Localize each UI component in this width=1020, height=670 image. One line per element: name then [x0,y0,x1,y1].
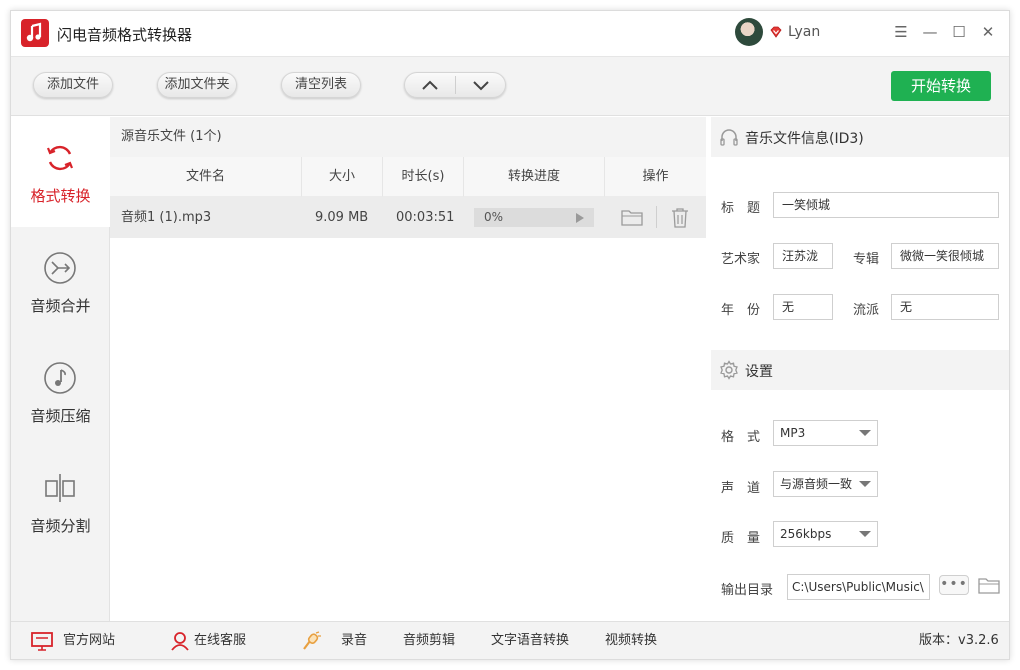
app-window: 闪电音频格式转换器 Lyan ☰ — ☐ ✕ 添加文件 添加文件夹 清空列表 开… [10,10,1010,660]
genre-label: 流派 [853,303,880,318]
channel-value: 与源音频一致 [780,477,853,491]
gear-icon [720,360,738,380]
monitor-icon [31,632,53,651]
artist-label: 艺术家 [721,252,761,267]
browse-button[interactable]: ••• [939,575,969,595]
menu-button[interactable]: ☰ [890,21,912,43]
music-note-icon [44,362,76,394]
id3-header: 音乐文件信息(ID3) [711,117,1009,157]
sidebar-item-label: 音频分割 [30,517,91,535]
chevron-down-icon [859,430,871,436]
official-website-link[interactable]: 官方网站 [63,622,115,660]
chevron-up-icon [422,80,438,90]
sidebar-item-label: 音频压缩 [30,407,91,425]
customer-service-icon [171,632,189,651]
column-header-size: 大小 [302,157,383,197]
chevron-down-icon [859,481,871,487]
info-panel: 音乐文件信息(ID3) 标 题 一笑倾城 艺术家 汪苏泷 专辑 微微一笑很倾城 … [711,117,1009,621]
file-size: 9.09 MB [315,210,369,225]
quality-value: 256kbps [780,527,832,541]
sidebar-item-format-convert[interactable]: 格式转换 [11,117,110,227]
sidebar: 格式转换 音频合并 音频压缩 音频分割 [11,117,110,621]
start-convert-button[interactable]: 开始转换 [891,71,991,101]
album-label: 专辑 [853,252,880,267]
split-icon [45,474,75,502]
file-name: 音频1 (1).mp3 [121,210,212,225]
column-header-filename: 文件名 [110,157,302,197]
app-logo-icon [21,19,49,47]
clear-list-button[interactable]: 清空列表 [281,72,361,98]
file-duration: 00:03:51 [396,210,455,225]
format-label: 格 式 [721,430,761,445]
audio-cut-link[interactable]: 音频剪辑 [403,622,455,660]
avatar[interactable] [735,18,763,46]
quality-select[interactable]: 256kbps [773,521,878,547]
output-dir-field[interactable]: C:\Users\Public\Music\ [787,574,930,600]
app-title: 闪电音频格式转换器 [57,26,193,44]
album-field[interactable]: 微微一笑很倾城 [891,243,999,269]
title-label: 标 题 [721,201,761,216]
open-folder-icon[interactable] [621,208,643,226]
play-icon[interactable] [576,213,584,223]
vip-gem-icon [770,26,782,38]
chevron-down-icon [859,531,871,537]
online-support-link[interactable]: 在线客服 [194,622,246,660]
format-select[interactable]: MP3 [773,420,878,446]
record-link[interactable]: 录音 [341,622,367,660]
merge-icon [44,252,76,284]
add-folder-button[interactable]: 添加文件夹 [157,72,237,98]
username[interactable]: Lyan [788,24,820,40]
song-title-field[interactable]: 一笑倾城 [773,192,999,218]
table-row[interactable]: 音频1 (1).mp3 9.09 MB 00:03:51 0% [110,197,706,238]
format-value: MP3 [780,426,806,440]
refresh-icon [46,145,74,171]
progress-text: 0% [484,210,504,224]
add-file-button[interactable]: 添加文件 [33,72,113,98]
column-header-duration: 时长(s) [383,157,464,197]
artist-field[interactable]: 汪苏泷 [773,243,833,269]
headphones-icon [720,129,738,146]
quality-label: 质 量 [721,531,761,546]
open-folder-icon[interactable] [978,576,1000,594]
year-field[interactable]: 无 [773,294,833,320]
id3-title: 音乐文件信息(ID3) [745,131,864,147]
divider [656,206,657,228]
output-dir-label: 输出目录 [721,583,774,598]
column-header-progress: 转换进度 [464,157,605,197]
sidebar-item-label: 音频合并 [30,297,91,315]
settings-header: 设置 [711,350,1009,390]
channel-label: 声 道 [721,481,761,496]
maximize-button[interactable]: ☐ [948,21,970,43]
video-convert-link[interactable]: 视频转换 [605,622,657,660]
sidebar-item-label: 格式转换 [30,187,91,205]
move-buttons [404,72,506,98]
sidebar-item-audio-compress[interactable]: 音频压缩 [11,337,110,447]
file-list-header: 源音乐文件 (1个) [110,117,706,157]
chevron-down-icon [473,81,489,91]
sidebar-item-audio-merge[interactable]: 音频合并 [11,227,110,337]
minimize-button[interactable]: — [919,21,941,43]
column-header-actions: 操作 [605,157,706,197]
year-label: 年 份 [721,303,761,318]
trash-icon[interactable] [670,207,690,228]
settings-title: 设置 [745,364,773,380]
footer: 官方网站 在线客服 录音 音频剪辑 文字语音转换 视频转换 版本：v3.2.6 [11,621,1009,659]
sidebar-item-audio-split[interactable]: 音频分割 [11,447,110,557]
microphone-icon [303,631,321,650]
text-to-speech-link[interactable]: 文字语音转换 [491,622,569,660]
file-list-panel: 源音乐文件 (1个) 文件名 大小 时长(s) 转换进度 操作 音频1 (1).… [110,117,706,621]
close-button[interactable]: ✕ [977,21,999,43]
progress-bar: 0% [474,208,594,227]
version-text: 版本：v3.2.6 [919,633,999,648]
toolbar: 添加文件 添加文件夹 清空列表 开始转换 [11,56,1009,116]
move-up-button[interactable] [405,73,455,97]
channel-select[interactable]: 与源音频一致 [773,471,878,497]
title-bar: 闪电音频格式转换器 Lyan ☰ — ☐ ✕ [11,11,1009,56]
genre-field[interactable]: 无 [891,294,999,320]
move-down-button[interactable] [456,73,506,97]
